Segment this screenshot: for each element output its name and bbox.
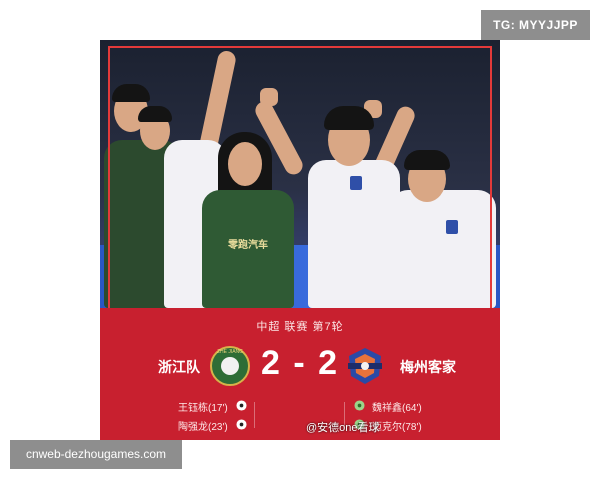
score-display: 2 - 2 xyxy=(260,344,340,383)
match-photo: 零跑汽车 xyxy=(100,40,500,308)
away-scorer-1: 魏祥鑫(64') xyxy=(372,403,422,414)
watermark-text: @安德one看球 xyxy=(306,422,380,434)
home-scorer-2: 陶强龙(23') xyxy=(178,422,228,433)
match-card: 零跑汽车 中超 联赛 第7轮 浙江队 ZHE JIANG 2 - 2 梅州客家 … xyxy=(100,40,500,440)
away-team-crest xyxy=(348,348,382,384)
soccer-ball-icon xyxy=(236,419,247,430)
away-team-name: 梅州客家 xyxy=(400,359,456,375)
away-score: 2 xyxy=(318,344,340,382)
photo-frame xyxy=(108,46,492,308)
home-score: 2 xyxy=(260,344,282,382)
home-team-name: 浙江队 xyxy=(158,359,200,375)
score-panel: 中超 联赛 第7轮 浙江队 ZHE JIANG 2 - 2 梅州客家 王钰栋(1… xyxy=(100,308,500,440)
scorer-divider xyxy=(254,402,255,428)
home-scorer-1: 王钰栋(17') xyxy=(178,403,228,414)
tg-label: TG: MYYJJPP xyxy=(481,10,590,40)
league-round-label: 中超 联赛 第7轮 xyxy=(256,321,344,333)
site-label: cnweb-dezhougames.com xyxy=(10,440,182,469)
soccer-ball-icon xyxy=(354,400,365,411)
soccer-ball-icon xyxy=(236,400,247,411)
home-team-crest: ZHE JIANG xyxy=(210,346,250,386)
score-separator: - xyxy=(293,344,307,382)
